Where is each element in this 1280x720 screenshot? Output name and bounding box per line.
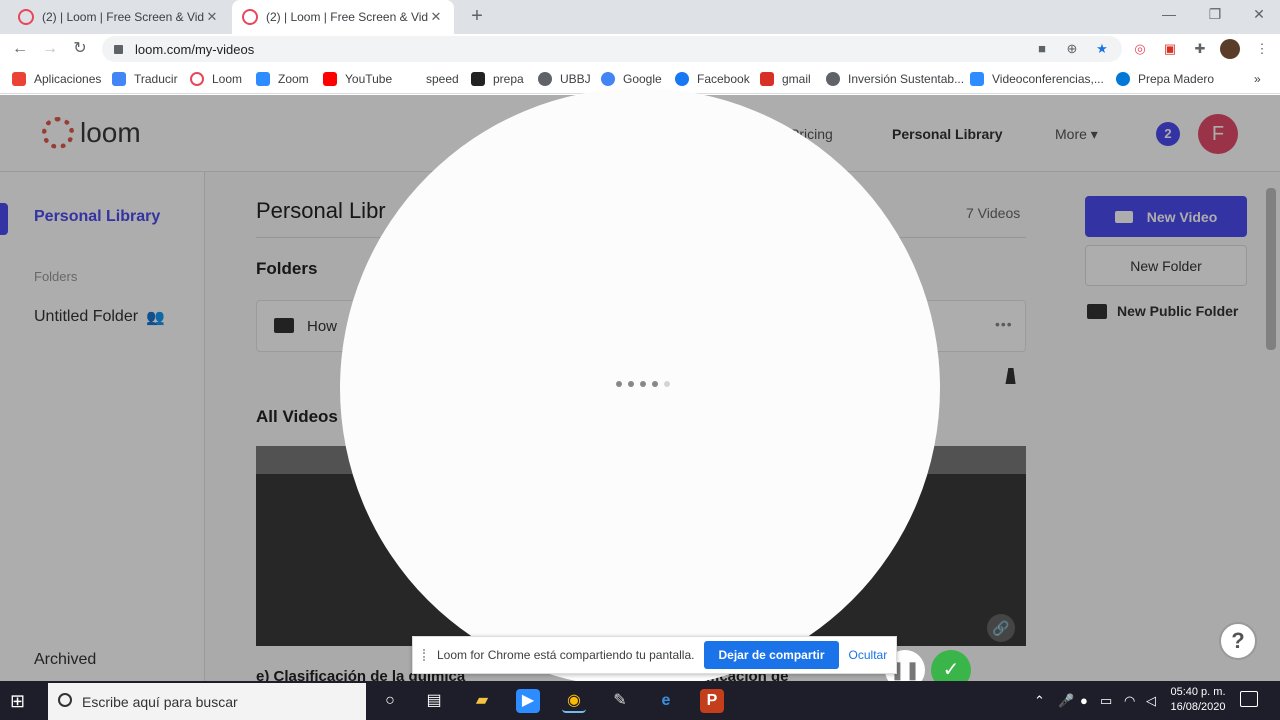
loading-indicator (616, 381, 670, 391)
gem-icon (471, 72, 485, 86)
minimize-button[interactable]: — (1158, 6, 1180, 26)
bookmark-star-icon[interactable]: ★ (1094, 41, 1110, 57)
zoom-app-icon[interactable]: ▶ (516, 689, 540, 713)
volume-icon[interactable]: ◁ (1146, 691, 1156, 711)
action-center-icon[interactable] (1240, 691, 1258, 707)
battery-icon[interactable]: ▭ (1100, 691, 1112, 711)
forward-arrow-icon[interactable]: → (40, 40, 60, 58)
loom-icon (190, 72, 204, 86)
hide-button[interactable]: Ocultar (849, 648, 888, 662)
windows-start-icon[interactable]: ⊞ (10, 691, 30, 711)
pocket-extension-icon[interactable]: ▣ (1162, 41, 1178, 57)
loom-icon (242, 9, 258, 25)
clock-date: 16/08/2020 (1170, 701, 1226, 713)
globe-icon (538, 72, 552, 86)
close-icon[interactable]: ✕ (204, 9, 220, 25)
search-placeholder: Escribe aquí para buscar (82, 693, 238, 710)
gmail-icon (760, 72, 774, 86)
address-bar[interactable]: loom.com/my-videos (102, 36, 1122, 62)
bookmark-gmail[interactable]: gmail (760, 72, 811, 86)
bookmark-facebook[interactable]: Facebook (675, 72, 750, 86)
tab-title: (2) | Loom | Free Screen & Video (42, 10, 204, 24)
bookmark-inversion[interactable]: Inversión Sustentab... (826, 72, 964, 86)
lock-icon (114, 44, 123, 54)
taskbar-search-input[interactable]: Escribe aquí para buscar (48, 683, 366, 720)
drag-handle-icon[interactable] (423, 649, 429, 661)
bookmark-loom[interactable]: Loom (190, 72, 242, 86)
back-arrow-icon[interactable]: ← (10, 40, 30, 58)
bookmark-google[interactable]: Google (601, 72, 662, 86)
loading-dot (616, 381, 622, 387)
loom-icon (18, 9, 34, 25)
google-icon (601, 72, 615, 86)
apps-grid-icon (12, 72, 26, 86)
zoom-icon (256, 72, 270, 86)
bookmark-ubbj[interactable]: UBBJ (538, 72, 591, 86)
tab-loom-1[interactable]: (2) | Loom | Free Screen & Video ✕ (8, 0, 230, 34)
url-text: loom.com/my-videos (135, 41, 255, 57)
bookmark-aplicaciones[interactable]: Aplicaciones (12, 72, 101, 86)
clock-time: 05:40 p. m. (1170, 686, 1226, 698)
bookmark-youtube[interactable]: YouTube (323, 72, 392, 86)
edge-icon (1116, 72, 1130, 86)
zoom-magnifier-icon[interactable]: ⊕ (1064, 41, 1080, 57)
chrome-app-icon[interactable]: ◉ (562, 689, 586, 713)
bookmark-traducir[interactable]: Traducir (112, 72, 178, 86)
bookmark-prepa-madero[interactable]: Prepa Madero (1116, 72, 1214, 86)
powerpoint-app-icon[interactable]: P (700, 689, 724, 713)
bookmarks-overflow-icon[interactable]: » (1254, 72, 1261, 86)
close-icon[interactable]: ✕ (428, 9, 444, 25)
translate-icon (112, 72, 126, 86)
loom-extension-icon[interactable]: ◎ (1132, 41, 1148, 57)
facebook-icon (675, 72, 689, 86)
loading-dot (652, 381, 658, 387)
microphone-in-use-icon[interactable]: ● (1080, 691, 1088, 711)
globe-icon (826, 72, 840, 86)
bookmark-videoconferencias[interactable]: Videoconferencias,... (970, 72, 1104, 86)
wifi-icon[interactable]: ◠ (1124, 691, 1135, 711)
help-button[interactable]: ? (1219, 622, 1257, 660)
taskbar-clock[interactable]: 05:40 p. m. 16/08/2020 (1166, 685, 1230, 715)
task-view-icon[interactable]: ▤ (422, 689, 446, 713)
paint-app-icon[interactable]: ✎ (608, 689, 632, 713)
loading-dot (664, 381, 670, 387)
file-explorer-icon[interactable]: ▰ (470, 689, 494, 713)
bookmark-prepa[interactable]: prepa (471, 72, 524, 86)
profile-avatar[interactable] (1220, 39, 1240, 59)
microphone-icon[interactable]: 🎤 (1058, 691, 1074, 711)
loading-dot (640, 381, 646, 387)
restore-button[interactable]: ❐ (1204, 6, 1226, 26)
share-message: Loom for Chrome está compartiendo tu pan… (437, 648, 695, 662)
camera-icon[interactable]: ■ (1034, 41, 1050, 57)
tab-loom-2[interactable]: (2) | Loom | Free Screen & Video ✕ (232, 0, 454, 34)
menu-kebab-icon[interactable]: ⋮ (1254, 41, 1270, 57)
cortana-icon[interactable]: ○ (378, 689, 402, 713)
search-icon (58, 693, 72, 707)
tab-title: (2) | Loom | Free Screen & Video (266, 10, 428, 24)
screen-share-bar: Loom for Chrome está compartiendo tu pan… (412, 636, 897, 674)
bookmark-speed[interactable]: speed (426, 72, 459, 86)
reload-icon[interactable]: ↻ (70, 40, 90, 58)
zoom-icon (970, 72, 984, 86)
extensions-puzzle-icon[interactable]: ✚ (1192, 41, 1208, 57)
loading-dot (628, 381, 634, 387)
stop-sharing-button[interactable]: Dejar de compartir (704, 641, 839, 669)
bookmark-zoom[interactable]: Zoom (256, 72, 309, 86)
close-window-button[interactable]: ✕ (1248, 6, 1270, 26)
youtube-icon (323, 72, 337, 86)
new-tab-button[interactable]: + (466, 6, 488, 28)
tray-chevron-icon[interactable]: ⌃ (1034, 691, 1045, 711)
edge-app-icon[interactable]: e (654, 689, 678, 713)
